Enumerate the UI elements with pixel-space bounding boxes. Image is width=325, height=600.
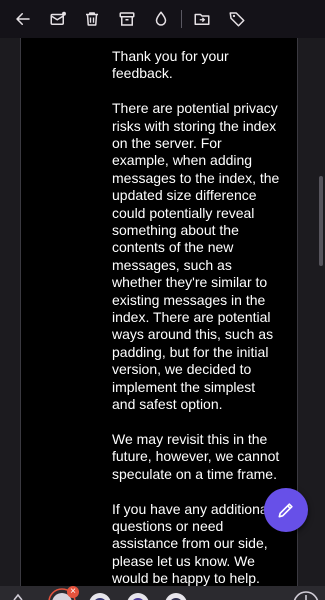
delete-button[interactable] bbox=[78, 5, 106, 33]
tint-button[interactable] bbox=[147, 5, 175, 33]
mark-unread-button[interactable] bbox=[44, 5, 72, 33]
message-paragraph: There are potential privacy risks with s… bbox=[112, 100, 280, 413]
back-arrow-icon bbox=[16, 13, 30, 25]
tint-icon bbox=[155, 11, 167, 26]
toolbar-divider bbox=[181, 10, 182, 28]
archive-icon bbox=[119, 12, 135, 26]
message-paragraph: If you have any additional questions or … bbox=[112, 500, 271, 587]
message-paragraph: We may revisit this in the future, howev… bbox=[112, 430, 280, 482]
archive-button[interactable] bbox=[113, 5, 141, 33]
message-paragraph: Thank you for your feedback. bbox=[112, 48, 229, 82]
scrollbar[interactable] bbox=[319, 176, 323, 266]
label-button[interactable] bbox=[223, 5, 251, 33]
bottom-bar-icons bbox=[13, 588, 319, 600]
compose-button[interactable] bbox=[264, 488, 308, 532]
mark-unread-icon bbox=[50, 11, 66, 25]
message-toolbar bbox=[0, 0, 325, 39]
bottom-app-bar bbox=[0, 586, 325, 600]
move-to-folder-icon bbox=[194, 13, 210, 25]
trash-icon bbox=[86, 12, 98, 26]
back-button[interactable] bbox=[9, 5, 37, 33]
message-body: Thank you for your feedback. There are p… bbox=[112, 48, 280, 600]
label-icon bbox=[229, 12, 245, 27]
left-gutter bbox=[0, 38, 21, 586]
move-to-folder-button[interactable] bbox=[188, 5, 216, 33]
pencil-icon bbox=[278, 503, 293, 518]
close-badge[interactable]: × bbox=[67, 586, 79, 598]
email-message-screen: Thank you for your feedback. There are p… bbox=[0, 0, 325, 600]
